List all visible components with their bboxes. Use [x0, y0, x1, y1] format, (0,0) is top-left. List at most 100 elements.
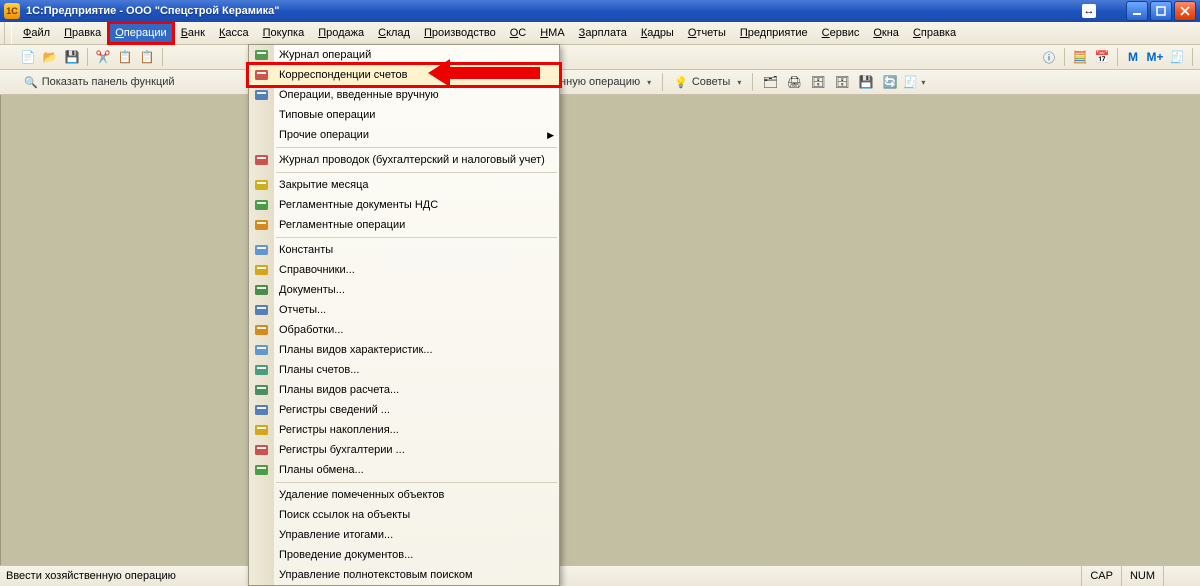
blank-icon	[253, 127, 270, 143]
menu-правка[interactable]: Правка	[57, 22, 108, 44]
new-doc-icon[interactable]: 📄	[18, 47, 38, 67]
stack-icon[interactable]: 🗄	[808, 72, 828, 92]
table-icon[interactable]: 🗂	[760, 72, 780, 92]
maximize-button[interactable]	[1150, 1, 1172, 21]
blank-icon	[253, 107, 270, 123]
menu-склад[interactable]: Склад	[371, 22, 417, 44]
menu-item[interactable]: Планы счетов...	[249, 360, 559, 380]
show-panel-label: Показать панель функций	[42, 76, 175, 88]
menu-item[interactable]: Поиск ссылок на объекты	[249, 505, 559, 525]
stack2-icon[interactable]: 🗄	[832, 72, 852, 92]
menu-банк[interactable]: Банк	[174, 22, 212, 44]
help-icon[interactable]: ⓘ	[1039, 47, 1059, 67]
menu-item[interactable]: Регистры сведений ...	[249, 400, 559, 420]
workspace	[0, 92, 1200, 566]
menu-операции[interactable]: Операции	[108, 22, 173, 44]
menu-файл[interactable]: Файл	[16, 22, 57, 44]
menu-item[interactable]: Прочие операции▶	[249, 125, 559, 145]
m-icon[interactable]: M	[1123, 47, 1143, 67]
menu-item[interactable]: Документы...	[249, 280, 559, 300]
menu-item-label: Типовые операции	[279, 109, 375, 121]
menu-item[interactable]: Удаление помеченных объектов	[249, 485, 559, 505]
toolbar-separator	[662, 73, 663, 91]
save-icon[interactable]: 💾	[62, 47, 82, 67]
menu-item-label: Корреспонденции счетов	[279, 69, 408, 81]
menu-item[interactable]: Регламентные операции	[249, 215, 559, 235]
menu-item[interactable]: Регистры бухгалтерии ...	[249, 440, 559, 460]
statusbar-num: NUM	[1121, 566, 1163, 586]
tips-label: Советы	[692, 76, 730, 88]
rep-icon	[253, 302, 270, 318]
journal-icon	[253, 47, 270, 63]
menu-item[interactable]: Типовые операции	[249, 105, 559, 125]
menu-окна[interactable]: Окна	[866, 22, 906, 44]
close-button[interactable]	[1174, 1, 1196, 21]
menu-предприятие[interactable]: Предприятие	[733, 22, 815, 44]
menu-item-label: Управление полнотекстовым поиском	[279, 569, 473, 581]
menu-item[interactable]: Проведение документов...	[249, 545, 559, 565]
window-controls	[1126, 1, 1196, 21]
menu-item[interactable]: Журнал проводок (бухгалтерский и налогов…	[249, 150, 559, 170]
menu-item-label: Удаление помеченных объектов	[279, 489, 444, 501]
menu-item[interactable]: Управление полнотекстовым поиском	[249, 565, 559, 585]
doc-icon	[253, 282, 270, 298]
menu-item-label: Журнал операций	[279, 49, 371, 61]
menu-item-label: Планы обмена...	[279, 464, 364, 476]
titlebar: 1C 1С:Предприятие - ООО "Спецстрой Керам…	[0, 0, 1200, 22]
annotation-arrow	[428, 57, 548, 87]
more-dropdown[interactable]: 🧾	[904, 72, 924, 92]
menu-продажа[interactable]: Продажа	[311, 22, 371, 44]
menu-item[interactable]: Планы видов характеристик...	[249, 340, 559, 360]
menu-item-label: Регистры сведений ...	[279, 404, 390, 416]
msum-icon[interactable]: 🧾	[1167, 47, 1187, 67]
menu-отчеты[interactable]: Отчеты	[681, 22, 733, 44]
print-icon[interactable]: 🖨	[784, 72, 804, 92]
tips-button[interactable]: 💡 Советы	[670, 72, 745, 92]
menu-item-label: Операции, введенные вручную	[279, 89, 439, 101]
menu-item[interactable]: Регистры накопления...	[249, 420, 559, 440]
menu-item-label: Журнал проводок (бухгалтерский и налогов…	[279, 154, 545, 166]
menu-item[interactable]: Справочники...	[249, 260, 559, 280]
menu-ос[interactable]: ОС	[503, 22, 534, 44]
menu-item[interactable]: Планы видов расчета...	[249, 380, 559, 400]
menu-покупка[interactable]: Покупка	[256, 22, 312, 44]
menu-производство[interactable]: Производство	[417, 22, 503, 44]
menu-сервис[interactable]: Сервис	[815, 22, 867, 44]
menu-зарплата[interactable]: Зарплата	[572, 22, 634, 44]
toolbar-grip-icon[interactable]	[4, 22, 12, 44]
menu-item-label: Закрытие месяца	[279, 179, 369, 191]
menu-item[interactable]: Регламентные документы НДС	[249, 195, 559, 215]
blank-icon	[253, 507, 270, 523]
statusbar-spacer	[1163, 566, 1200, 586]
show-panel-button[interactable]: 🔍 Показать панель функций	[20, 72, 179, 92]
cut-icon[interactable]: ✂️	[93, 47, 113, 67]
minimize-button[interactable]	[1126, 1, 1148, 21]
copy-icon[interactable]: 📋	[115, 47, 135, 67]
menu-касса[interactable]: Касса	[212, 22, 256, 44]
menu-item[interactable]: Планы обмена...	[249, 460, 559, 480]
menu-item[interactable]: Константы	[249, 240, 559, 260]
refresh-icon[interactable]: 🔄	[880, 72, 900, 92]
paste-icon[interactable]: 📋	[137, 47, 157, 67]
toolbar-separator	[1192, 48, 1193, 66]
calc-icon[interactable]: 🧮	[1070, 47, 1090, 67]
toolbar-separator	[752, 73, 753, 91]
save2-icon[interactable]: 💾	[856, 72, 876, 92]
menu-справка[interactable]: Справка	[906, 22, 963, 44]
calendar-icon[interactable]: 📅	[1092, 47, 1112, 67]
menu-item[interactable]: Отчеты...	[249, 300, 559, 320]
submenu-arrow-icon: ▶	[547, 130, 554, 141]
open-icon[interactable]: 📂	[40, 47, 60, 67]
const-icon	[253, 242, 270, 258]
menu-нма[interactable]: НМА	[533, 22, 571, 44]
toolbar-separator	[162, 48, 163, 66]
menu-item[interactable]: Управление итогами...	[249, 525, 559, 545]
menu-item[interactable]: Закрытие месяца	[249, 175, 559, 195]
mplus-icon[interactable]: M+	[1145, 47, 1165, 67]
menu-item[interactable]: Обработки...	[249, 320, 559, 340]
expand-horiz-icon[interactable]: ↔	[1082, 4, 1096, 18]
menu-item-label: Регламентные документы НДС	[279, 199, 438, 211]
menu-item[interactable]: Операции, введенные вручную	[249, 85, 559, 105]
menu-кадры[interactable]: Кадры	[634, 22, 681, 44]
menu-item-label: Управление итогами...	[279, 529, 393, 541]
